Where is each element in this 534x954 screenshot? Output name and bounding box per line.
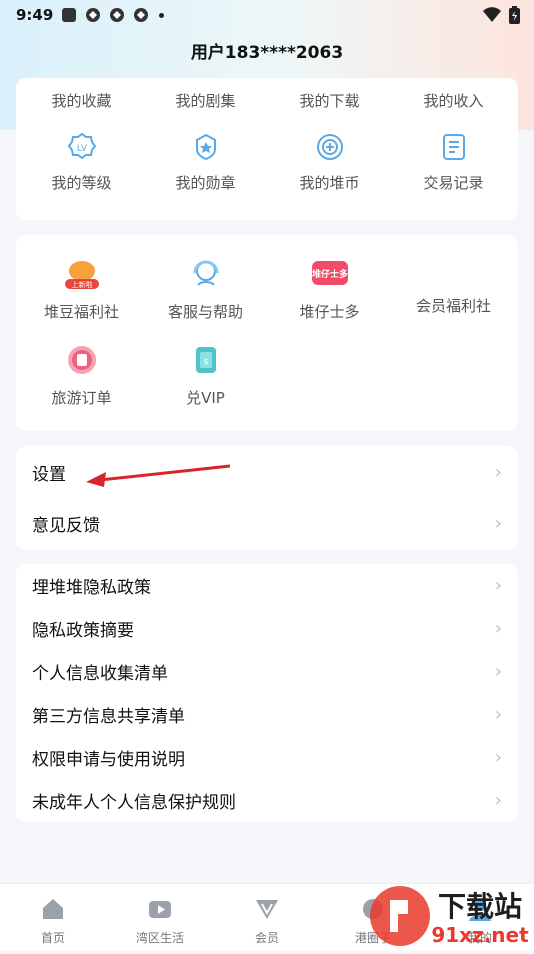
customer-service-label: 客服与帮助 bbox=[167, 303, 243, 321]
policies-card: 埋堆堆隐私政策 › 隐私政策摘要 › 个人信息收集清单 › 第三方信息共享清单 … bbox=[16, 564, 518, 822]
doudou-welfare-icon: 上新啦 bbox=[64, 261, 99, 289]
app-notification-icon bbox=[86, 8, 101, 22]
chevron-right-icon: › bbox=[494, 790, 502, 811]
app-notification-icon bbox=[110, 8, 125, 22]
nav-bay-area-life-label: 湾区生活 bbox=[135, 931, 184, 945]
permissions-label: 权限申请与使用说明 bbox=[32, 750, 185, 770]
doudou-welfare[interactable]: 上新啦 堆豆福利社 bbox=[19, 255, 144, 322]
redeem-vip-icon: $ bbox=[195, 347, 216, 373]
home-icon bbox=[43, 899, 63, 919]
my-medals-label: 我的勋章 bbox=[175, 174, 236, 192]
my-favorites-label: 我的收藏 bbox=[51, 92, 112, 110]
transaction-records[interactable]: 交易记录 bbox=[391, 132, 516, 193]
permissions-row[interactable]: 权限申请与使用说明 › bbox=[32, 745, 502, 770]
my-favorites[interactable]: 我的收藏 bbox=[19, 90, 144, 111]
my-coins-label: 我的堆币 bbox=[299, 174, 360, 192]
store-icon: 堆仔士多 bbox=[311, 261, 348, 285]
video-play-icon bbox=[149, 901, 171, 918]
my-level-label: 我的等级 bbox=[51, 174, 112, 192]
svg-text:堆仔士多: 堆仔士多 bbox=[311, 268, 347, 280]
store[interactable]: 堆仔士多 堆仔士多 bbox=[267, 255, 392, 322]
personal-info-list-row[interactable]: 个人信息收集清单 › bbox=[32, 659, 502, 684]
doudou-welfare-label: 堆豆福利社 bbox=[43, 303, 119, 321]
chevron-right-icon: › bbox=[494, 747, 502, 768]
customer-service-icon bbox=[193, 260, 218, 286]
transaction-records-label: 交易记录 bbox=[423, 174, 484, 192]
status-bar: 9:49 bbox=[0, 0, 534, 30]
my-income[interactable]: 我的收入 bbox=[391, 90, 516, 111]
minor-protection-label: 未成年人个人信息保护规则 bbox=[32, 793, 236, 813]
status-time: 9:49 bbox=[16, 6, 54, 24]
chevron-right-icon: › bbox=[494, 513, 502, 534]
chevron-right-icon: › bbox=[494, 704, 502, 725]
third-party-sharing-label: 第三方信息共享清单 bbox=[32, 707, 185, 727]
my-level[interactable]: LV 我的等级 bbox=[19, 132, 144, 193]
coin-icon bbox=[316, 134, 343, 160]
settings-label: 设置 bbox=[32, 465, 66, 485]
privacy-summary-label: 隐私政策摘要 bbox=[32, 621, 134, 641]
my-medals[interactable]: 我的勋章 bbox=[143, 132, 268, 193]
member-welfare[interactable]: 会员福利社 bbox=[391, 295, 516, 316]
chevron-right-icon: › bbox=[494, 575, 502, 596]
annotation-arrow bbox=[86, 464, 231, 487]
services-card: 上新啦 堆豆福利社 客服与帮助 堆仔士多 堆仔士多 会员福利社 旅游订单 $ 兑… bbox=[16, 235, 518, 431]
privacy-policy-label: 埋堆堆隐私政策 bbox=[32, 578, 151, 598]
svg-text:下载站: 下载站 bbox=[438, 890, 522, 923]
my-series[interactable]: 我的剧集 bbox=[143, 90, 268, 111]
travel-orders-label: 旅游订单 bbox=[51, 389, 112, 407]
member-welfare-label: 会员福利社 bbox=[415, 297, 491, 315]
notification-icon bbox=[62, 8, 77, 22]
feedback-row[interactable]: 意见反馈 › bbox=[32, 511, 502, 536]
travel-order-icon bbox=[67, 346, 96, 374]
my-downloads-label: 我的下载 bbox=[299, 92, 360, 110]
nav-home[interactable]: 首页 bbox=[13, 896, 93, 946]
page-title: 用户183****2063 bbox=[190, 43, 344, 63]
level-badge-icon: LV bbox=[67, 132, 96, 160]
travel-orders[interactable]: 旅游订单 bbox=[19, 343, 144, 408]
svg-text:$: $ bbox=[203, 357, 208, 366]
app-notification-icon bbox=[134, 8, 149, 22]
personal-info-list-label: 个人信息收集清单 bbox=[32, 664, 168, 684]
nav-bay-area-life[interactable]: 湾区生活 bbox=[120, 896, 200, 946]
privacy-summary-row[interactable]: 隐私政策摘要 › bbox=[32, 616, 502, 641]
third-party-sharing-row[interactable]: 第三方信息共享清单 › bbox=[32, 702, 502, 727]
nav-member[interactable]: 会员 bbox=[227, 896, 307, 946]
customer-service[interactable]: 客服与帮助 bbox=[143, 255, 268, 322]
more-notifications-dot bbox=[159, 12, 165, 18]
redeem-vip-label: 兑VIP bbox=[186, 389, 225, 407]
minor-protection-row[interactable]: 未成年人个人信息保护规则 › bbox=[32, 788, 502, 813]
chevron-right-icon: › bbox=[494, 661, 502, 682]
my-downloads[interactable]: 我的下载 bbox=[267, 90, 392, 111]
watermark-logo: 下载站 91xz.net bbox=[360, 882, 534, 950]
battery-icon bbox=[509, 6, 520, 24]
my-income-label: 我的收入 bbox=[423, 92, 484, 110]
svg-text:LV: LV bbox=[76, 144, 87, 154]
redeem-vip[interactable]: $ 兑VIP bbox=[143, 343, 268, 408]
medal-icon bbox=[195, 133, 216, 161]
nav-member-label: 会员 bbox=[254, 931, 279, 945]
feedback-label: 意见反馈 bbox=[32, 516, 100, 536]
privacy-policy-row[interactable]: 埋堆堆隐私政策 › bbox=[32, 573, 502, 598]
record-list-icon bbox=[442, 134, 465, 160]
chevron-right-icon: › bbox=[494, 618, 502, 639]
vip-icon bbox=[256, 900, 278, 919]
my-coins[interactable]: 我的堆币 bbox=[267, 132, 392, 193]
chevron-right-icon: › bbox=[494, 462, 502, 483]
my-series-label: 我的剧集 bbox=[175, 92, 236, 110]
svg-text:91xz.net: 91xz.net bbox=[431, 923, 529, 947]
wifi-icon bbox=[483, 7, 501, 22]
my-features-card: 我的收藏 我的剧集 我的下载 我的收入 LV 我的等级 我的勋章 我的堆币 交易… bbox=[16, 78, 518, 220]
svg-text:上新啦: 上新啦 bbox=[71, 280, 92, 289]
store-label: 堆仔士多 bbox=[299, 303, 360, 321]
nav-home-label: 首页 bbox=[40, 931, 65, 945]
